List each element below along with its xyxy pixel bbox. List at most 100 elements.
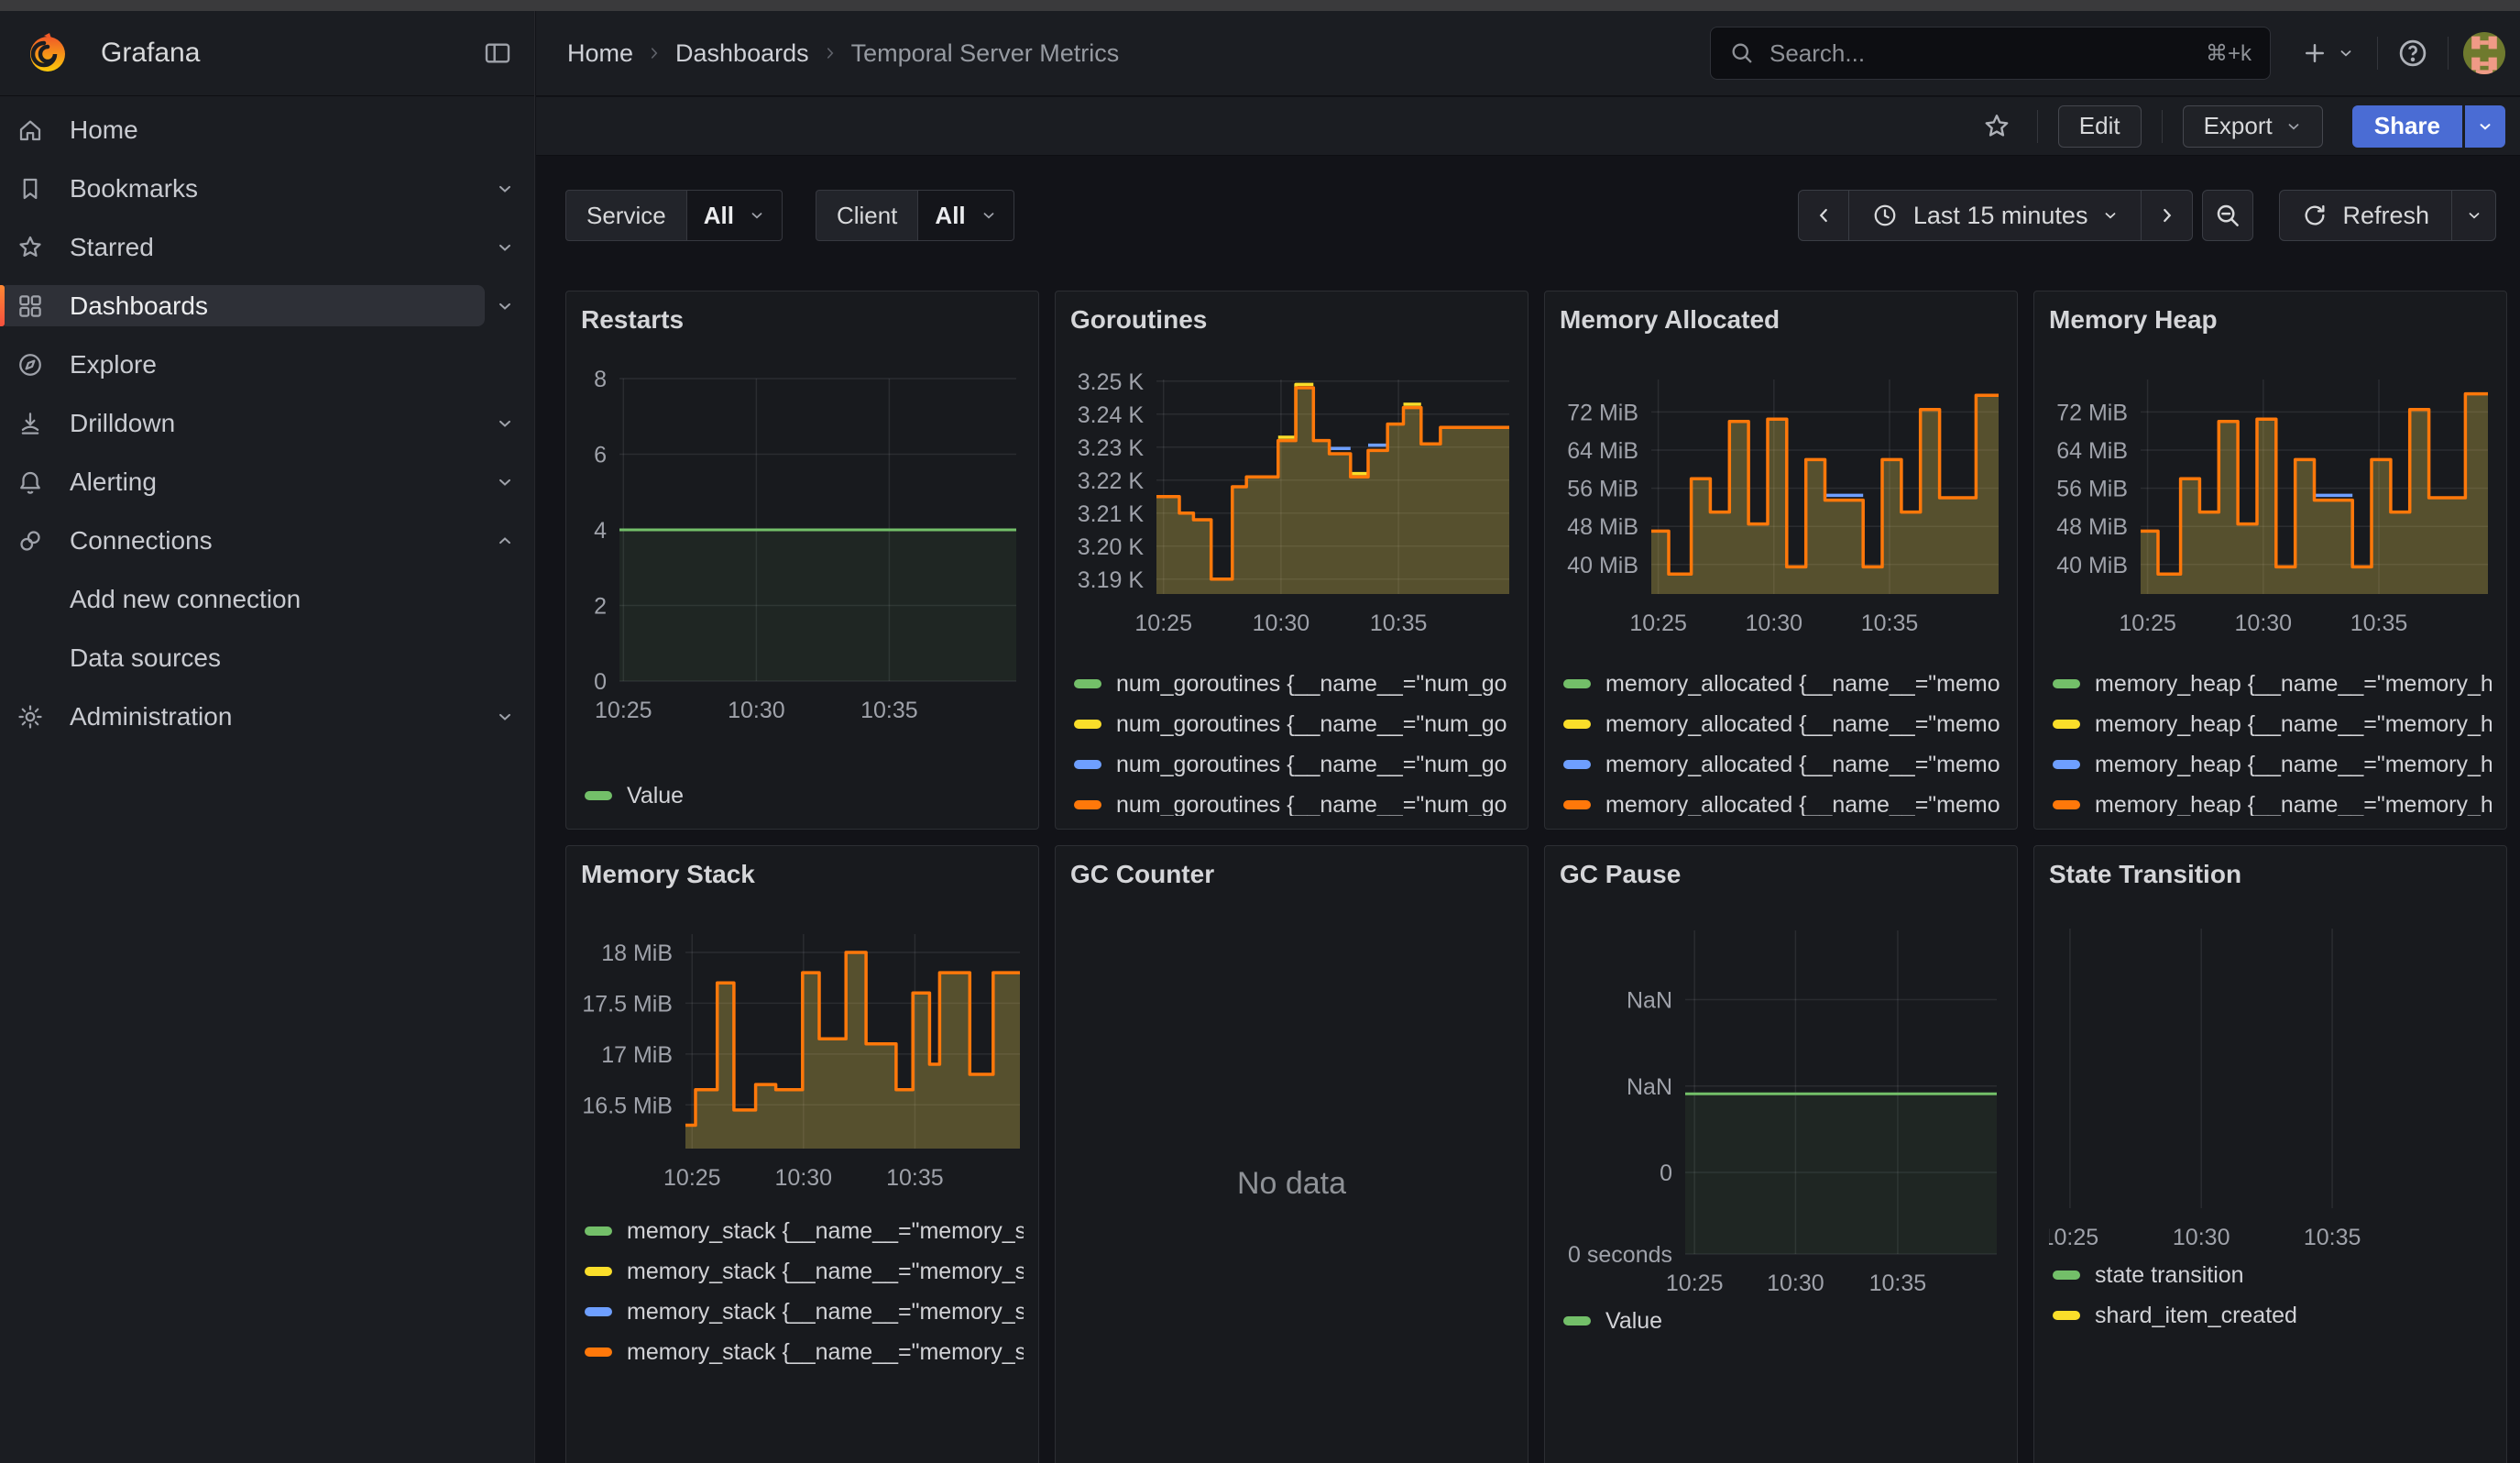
panel-title[interactable]: Goroutines — [1070, 304, 1513, 336]
chevron-down-icon[interactable] — [485, 403, 525, 444]
sidebar-link-dashboards[interactable]: Dashboards — [0, 285, 485, 326]
sidebar-item-starred[interactable]: Starred — [0, 226, 525, 268]
legend-label: Value — [627, 783, 684, 809]
memory-allocated-chart[interactable]: 72 MiB64 MiB56 MiB48 MiB40 MiB10:2510:30… — [1560, 356, 2002, 631]
client-variable[interactable]: Client All — [816, 190, 1014, 241]
sidebar-item-drilldown[interactable]: Drilldown — [0, 402, 525, 444]
chevron-down-icon[interactable] — [485, 227, 525, 268]
service-variable[interactable]: Service All — [565, 190, 783, 241]
refresh-interval-dropdown[interactable] — [2452, 190, 2496, 241]
sidebar-toggle-icon[interactable] — [483, 38, 512, 68]
chevron-down-icon[interactable] — [485, 697, 525, 737]
panel-title[interactable]: GC Counter — [1070, 859, 1513, 890]
legend-item[interactable]: num_goroutines {__name__="num_go — [1070, 785, 1513, 816]
sidebar-item-bookmarks[interactable]: Bookmarks — [0, 168, 525, 209]
breadcrumb-dashboards[interactable]: Dashboards — [675, 39, 809, 68]
memory-stack-chart[interactable]: 18 MiB17.5 MiB17 MiB16.5 MiB10:2510:3010… — [581, 910, 1024, 1185]
legend-item[interactable]: memory_allocated {__name__="memo — [1560, 785, 2002, 816]
chevron-down-icon[interactable] — [485, 462, 525, 502]
svg-text:10:25: 10:25 — [2049, 1225, 2098, 1249]
sidebar-item-home[interactable]: Home — [0, 109, 525, 150]
legend-item[interactable]: memory_heap {__name__="memory_h — [2049, 704, 2492, 744]
chevron-down-icon[interactable] — [485, 169, 525, 209]
sidebar-item-administration[interactable]: Administration — [0, 696, 525, 737]
chevron-down-icon — [2338, 45, 2354, 61]
sidebar-item-connections[interactable]: Connections — [0, 520, 525, 561]
legend-item[interactable]: num_goroutines {__name__="num_go — [1070, 664, 1513, 704]
sidebar-link-explore[interactable]: Explore — [0, 344, 525, 385]
sidebar-link-add-new-connection[interactable]: Add new connection — [0, 578, 525, 620]
chevron-down-icon[interactable] — [485, 286, 525, 326]
sidebar-link-bookmarks[interactable]: Bookmarks — [0, 168, 485, 209]
svg-text:10:25: 10:25 — [2119, 610, 2176, 631]
sidebar-link-drilldown[interactable]: Drilldown — [0, 402, 485, 444]
sidebar-link-alerting[interactable]: Alerting — [0, 461, 485, 502]
avatar[interactable] — [2463, 32, 2505, 74]
state-transition-chart[interactable]: 10:2510:3010:35 — [2049, 910, 2492, 1249]
legend-item[interactable]: memory_stack {__name__="memory_s — [581, 1292, 1024, 1332]
sidebar-item-alerting[interactable]: Alerting — [0, 461, 525, 502]
legend-item[interactable]: memory_stack {__name__="memory_s — [581, 1211, 1024, 1251]
question-circle-icon — [2396, 37, 2429, 70]
legend-item[interactable]: memory_stack {__name__="memory_s — [581, 1251, 1024, 1292]
legend-item[interactable]: memory_heap {__name__="memory_h — [2049, 744, 2492, 785]
help-button[interactable] — [2393, 28, 2433, 79]
edit-button[interactable]: Edit — [2058, 105, 2142, 148]
time-shift-forward-button[interactable] — [2142, 190, 2193, 241]
legend-item[interactable]: memory_heap {__name__="memory_h — [2049, 785, 2492, 816]
panel-title[interactable]: GC Pause — [1560, 859, 2002, 890]
refresh-button[interactable]: Refresh — [2279, 190, 2452, 241]
client-value-dropdown[interactable]: All — [918, 190, 1013, 241]
sidebar-item-dashboards[interactable]: Dashboards — [0, 285, 525, 326]
add-new-button[interactable] — [2293, 28, 2362, 79]
panel-title[interactable]: State Transition — [2049, 859, 2492, 890]
sidebar-item-data-sources[interactable]: Data sources — [0, 637, 525, 678]
legend-item[interactable]: num_goroutines {__name__="num_go — [1070, 704, 1513, 744]
svg-text:17.5 MiB: 17.5 MiB — [582, 991, 673, 1017]
legend-item[interactable]: state transition — [2049, 1255, 2492, 1295]
share-button[interactable]: Share — [2352, 105, 2462, 148]
legend-item[interactable]: shard_item_created — [2049, 1295, 2492, 1336]
legend-item[interactable]: memory_stack {__name__="memory_s — [581, 1332, 1024, 1372]
sidebar-link-administration[interactable]: Administration — [0, 696, 485, 737]
chevron-down-icon — [2285, 118, 2302, 135]
gc-pause-chart[interactable]: NaNNaN00 seconds10:2510:3010:35 — [1560, 910, 2002, 1295]
sidebar-link-starred[interactable]: Starred — [0, 226, 485, 268]
legend-item[interactable]: Value — [581, 776, 1024, 816]
sidebar-item-add-new-connection[interactable]: Add new connection — [0, 578, 525, 620]
panel-goroutines: Goroutines 3.25 K3.24 K3.23 K3.22 K3.21 … — [1055, 291, 1528, 830]
search-input[interactable]: Search... ⌘+k — [1710, 27, 2271, 80]
restarts-chart[interactable]: 0246810:2510:3010:35 — [581, 356, 1024, 722]
sidebar-item-explore[interactable]: Explore — [0, 344, 525, 385]
chevron-up-icon[interactable] — [485, 521, 525, 561]
favorite-star-button[interactable] — [1977, 101, 2017, 152]
time-range-picker[interactable]: Last 15 minutes — [1849, 190, 2142, 241]
sidebar-link-connections[interactable]: Connections — [0, 520, 485, 561]
grafana-logo-icon[interactable] — [26, 31, 70, 75]
sidebar-link-data-sources[interactable]: Data sources — [0, 637, 525, 678]
time-shift-back-button[interactable] — [1798, 190, 1849, 241]
memory-heap-chart[interactable]: 72 MiB64 MiB56 MiB48 MiB40 MiB10:2510:30… — [2049, 356, 2492, 631]
panel-title[interactable]: Restarts — [581, 304, 1024, 336]
breadcrumb-home[interactable]: Home — [567, 39, 633, 68]
sidebar-link-home[interactable]: Home — [0, 109, 525, 150]
goroutines-chart[interactable]: 3.25 K3.24 K3.23 K3.22 K3.21 K3.20 K3.19… — [1070, 356, 1513, 631]
svg-text:NaN: NaN — [1627, 988, 1672, 1014]
legend-item[interactable]: memory_allocated {__name__="memo — [1560, 664, 2002, 704]
service-value-dropdown[interactable]: All — [687, 190, 783, 241]
zoom-out-button[interactable] — [2202, 190, 2253, 241]
legend-item[interactable]: Value — [1560, 1301, 2002, 1341]
dashboard-toolbar: Edit Export Share — [536, 97, 2520, 156]
share-menu-button[interactable] — [2465, 105, 2505, 148]
legend-item[interactable]: memory_allocated {__name__="memo — [1560, 704, 2002, 744]
legend-item[interactable]: memory_heap {__name__="memory_h — [2049, 664, 2492, 704]
panel-title[interactable]: Memory Allocated — [1560, 304, 2002, 336]
export-button[interactable]: Export — [2183, 105, 2323, 148]
legend-item[interactable]: num_goroutines {__name__="num_go — [1070, 744, 1513, 785]
svg-text:NaN: NaN — [1627, 1074, 1672, 1100]
legend-item[interactable]: memory_allocated {__name__="memo — [1560, 744, 2002, 785]
panel-title[interactable]: Memory Heap — [2049, 304, 2492, 336]
panel-title[interactable]: Memory Stack — [581, 859, 1024, 890]
svg-text:10:25: 10:25 — [1134, 610, 1192, 631]
legend-swatch — [1563, 679, 1591, 688]
